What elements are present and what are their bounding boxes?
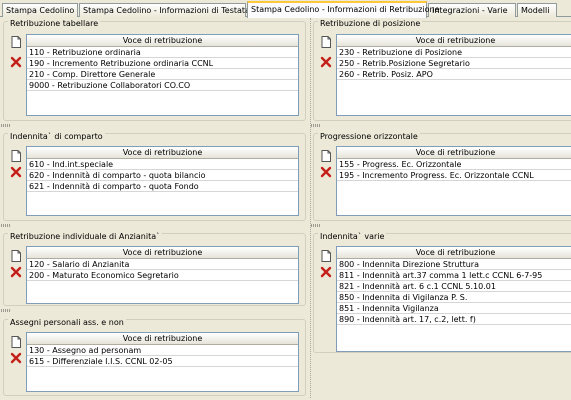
splitter-grip-right-1[interactable] (311, 124, 321, 127)
splitter-grip-left-2[interactable] (1, 224, 11, 227)
tab-informazioni-testata[interactable]: Stampa Cedolino - Informazioni di Testat… (79, 3, 250, 17)
table-row[interactable]: 851 - Indennita Vigilanza (337, 303, 571, 314)
table-row[interactable]: 110 - Retribuzione ordinaria (27, 47, 298, 58)
panel-title: Progressione orizzontale (318, 132, 420, 141)
panel-title: Retribuzione di posizione (318, 19, 423, 28)
table-indennita-varie: Voce di retribuzione 800 - Indennita Dir… (336, 246, 571, 352)
column-header[interactable]: Voce di retribuzione (27, 333, 298, 345)
table-indennita-comparto: Voce di retribuzione 610 - Ind.int.speci… (26, 146, 299, 216)
delete-item-icon[interactable] (10, 352, 22, 364)
delete-item-icon[interactable] (320, 166, 332, 178)
table-retribuzione-tabellare: Voce di retribuzione 110 - Retribuzione … (26, 34, 299, 116)
table-row[interactable]: 610 - Ind.int.speciale (27, 159, 298, 170)
column-header[interactable]: Voce di retribuzione (337, 247, 571, 259)
panel-progressione-orizzontale: Progressione orizzontale Voce di retribu… (313, 132, 571, 221)
panel-title: Indennita` di comparto (8, 132, 105, 141)
panel-retribuzione-tabellare: Retribuzione tabellare Voce di retribuzi… (3, 19, 306, 121)
table-row[interactable]: 210 - Comp. Direttore Generale (27, 69, 298, 80)
new-item-icon[interactable] (320, 36, 332, 48)
vertical-splitter[interactable] (310, 18, 311, 398)
panel-retribuzione-posizione: Retribuzione di posizione Voce di retrib… (313, 19, 571, 121)
panel-indennita-varie: Indennita` varie Voce di retribuzione 80… (313, 232, 571, 353)
tab-stampa-cedolino[interactable]: Stampa Cedolino (2, 3, 78, 17)
panel-assegni-personali: Assegni personali ass. e non Voce di ret… (3, 318, 306, 396)
new-item-icon[interactable] (320, 150, 332, 162)
table-row[interactable]: 195 - Incremento Progress. Ec. Orizzonta… (337, 170, 571, 181)
delete-item-icon[interactable] (10, 56, 22, 68)
tab-informazioni-retribuzione[interactable]: Stampa Cedolino - Informazioni di Retrib… (247, 1, 440, 18)
table-row[interactable]: 620 - Indennità di comparto - quota bila… (27, 170, 298, 181)
column-header[interactable]: Voce di retribuzione (337, 147, 571, 159)
table-row[interactable]: 811 - Indennità art.37 comma 1 lett.c CC… (337, 270, 571, 281)
new-item-icon[interactable] (320, 250, 332, 262)
table-row[interactable]: 890 - Indennità art. 17, c.2, lett. f) (337, 314, 571, 325)
table-row[interactable]: 155 - Progress. Ec. Orizzontale (337, 159, 571, 170)
table-row[interactable]: 250 - Retrib.Posizione Segretario (337, 58, 571, 69)
table-row[interactable]: 200 - Maturato Economico Segretario (27, 270, 298, 281)
table-retribuzione-anzianita: Voce di retribuzione 120 - Salario di An… (26, 246, 299, 304)
panel-title: Retribuzione tabellare (8, 19, 101, 28)
column-header[interactable]: Voce di retribuzione (337, 35, 571, 47)
delete-item-icon[interactable] (10, 166, 22, 178)
column-header[interactable]: Voce di retribuzione (27, 35, 298, 47)
new-item-icon[interactable] (10, 150, 22, 162)
table-row[interactable]: 615 - Differenziale I.I.S. CCNL 02-05 (27, 356, 298, 367)
new-item-icon[interactable] (10, 336, 22, 348)
table-row[interactable]: 190 - Incremento Retribuzione ordinaria … (27, 58, 298, 69)
new-item-icon[interactable] (10, 36, 22, 48)
table-row[interactable]: 120 - Salario di Anzianita (27, 259, 298, 270)
panel-retribuzione-anzianita: Retribuzione individuale di Anzianita` V… (3, 232, 306, 306)
table-row[interactable]: 800 - Indennita Direzione Struttura (337, 259, 571, 270)
table-retribuzione-posizione: Voce di retribuzione 230 - Retribuzione … (336, 34, 571, 116)
new-item-icon[interactable] (10, 250, 22, 262)
splitter-grip-right-2[interactable] (311, 224, 321, 227)
panel-indennita-comparto: Indennita` di comparto Voce di retribuzi… (3, 132, 306, 221)
tab-integrazioni-varie[interactable]: Integrazioni - Varie (428, 3, 516, 17)
tab-bar: Stampa Cedolino Stampa Cedolino - Inform… (0, 0, 571, 18)
table-progressione-orizzontale: Voce di retribuzione 155 - Progress. Ec.… (336, 146, 571, 216)
table-row[interactable]: 821 - Indennità art. 6 c.1 CCNL 5.10.01 (337, 281, 571, 292)
column-header[interactable]: Voce di retribuzione (27, 147, 298, 159)
delete-item-icon[interactable] (320, 266, 332, 278)
splitter-grip-left-1[interactable] (1, 124, 11, 127)
tab-modelli[interactable]: Modelli (517, 3, 557, 17)
table-row[interactable]: 230 - Retribuzione di Posizione (337, 47, 571, 58)
delete-item-icon[interactable] (320, 56, 332, 68)
delete-item-icon[interactable] (10, 266, 22, 278)
table-assegni-personali: Voce di retribuzione 130 - Assegno ad pe… (26, 332, 299, 392)
panel-title: Indennita` varie (318, 232, 387, 241)
splitter-grip-left-3[interactable] (1, 309, 11, 312)
column-header[interactable]: Voce di retribuzione (27, 247, 298, 259)
panel-title: Retribuzione individuale di Anzianita` (8, 232, 163, 241)
table-row[interactable]: 130 - Assegno ad personam (27, 345, 298, 356)
table-row[interactable]: 621 - Indennità di comparto - quota Fond… (27, 181, 298, 192)
table-row[interactable]: 850 - Indennita di Vigilanza P. S. (337, 292, 571, 303)
table-row[interactable]: 9000 - Retribuzione Collaboratori CO.CO (27, 80, 298, 91)
table-row[interactable]: 260 - Retrib. Posiz. APO (337, 69, 571, 80)
panel-title: Assegni personali ass. e non (8, 318, 126, 327)
